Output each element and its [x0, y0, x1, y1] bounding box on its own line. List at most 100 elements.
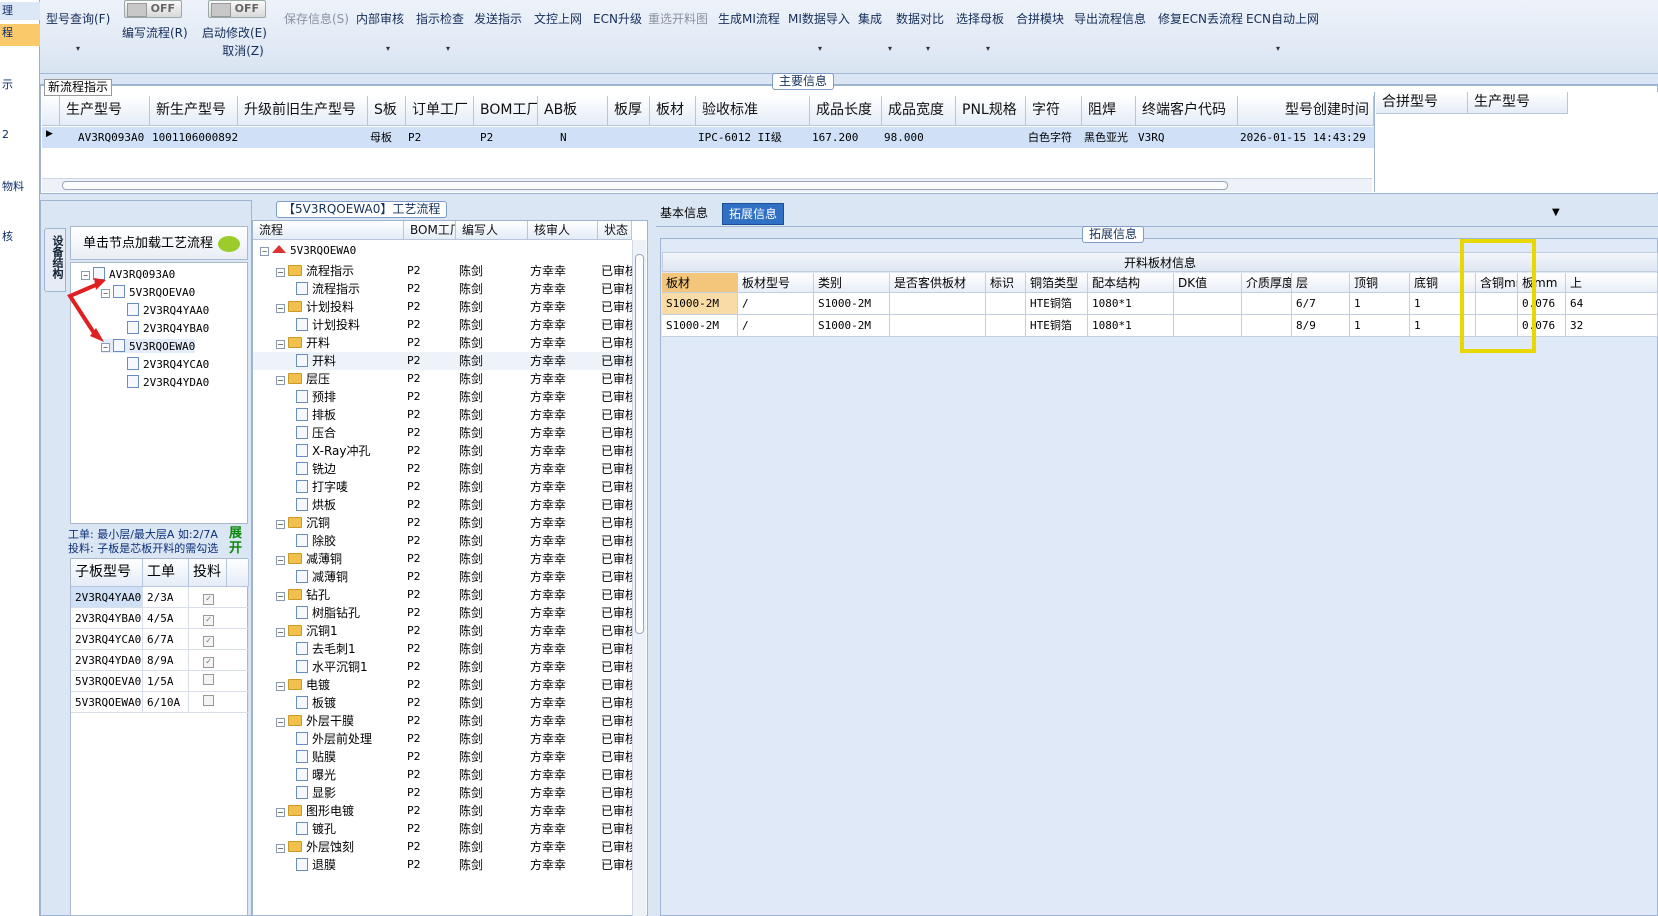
material-cell[interactable]: 6/7	[1292, 293, 1350, 315]
chevron-down-icon[interactable]: ▾	[986, 44, 990, 53]
material-cell[interactable]: /	[738, 315, 814, 337]
expand-toggle-icon[interactable]: −	[276, 520, 285, 529]
expand-toggle-icon[interactable]: −	[276, 718, 285, 727]
process-step[interactable]: − 沉铜	[276, 514, 404, 532]
material-cell[interactable]: S1000-2M	[662, 293, 738, 315]
sub-board-model[interactable]: 5V3RQOEVA0	[71, 671, 143, 692]
material-cell[interactable]: S1000-2M	[662, 315, 738, 337]
ribbon-button[interactable]: ECN自动上网	[1246, 10, 1319, 36]
process-step[interactable]: − 钻孔	[276, 586, 404, 604]
process-step[interactable]: 树脂钻孔	[296, 604, 404, 622]
ribbon-button[interactable]: MI数据导入	[788, 10, 850, 36]
process-scrollbar[interactable]	[632, 240, 646, 916]
material-cell[interactable]: 64	[1566, 293, 1658, 315]
expand-toggle-icon[interactable]: −	[276, 592, 285, 601]
feed-checkbox[interactable]: ✓	[203, 594, 214, 605]
process-header[interactable]: 核审人	[528, 221, 598, 240]
ribbon-button[interactable]: 导出流程信息	[1074, 10, 1146, 36]
left-nav-item[interactable]: 程	[0, 24, 40, 46]
material-cell[interactable]: 1	[1350, 293, 1410, 315]
ribbon-button[interactable]: 指示检查	[416, 10, 464, 36]
process-step[interactable]: − 图形电镀	[276, 802, 404, 820]
material-header[interactable]: DK值	[1174, 273, 1242, 293]
material-cell[interactable]: 1080*1	[1088, 293, 1174, 315]
material-header[interactable]: 顶铜	[1350, 273, 1410, 293]
expand-toggle-icon[interactable]: −	[276, 682, 285, 691]
tree-node[interactable]: 2V3RQ4YCA0	[127, 357, 209, 371]
chevron-down-icon[interactable]: ▼	[1552, 207, 1560, 218]
sub-board-model[interactable]: 2V3RQ4YBA0	[71, 608, 143, 629]
sub-board-model[interactable]: 2V3RQ4YCA0	[71, 629, 143, 650]
expand-toggle-icon[interactable]: −	[276, 268, 285, 277]
material-cell[interactable]: 32	[1566, 315, 1658, 337]
process-step[interactable]: 镀孔	[296, 820, 404, 838]
process-step[interactable]: X-Ray冲孔	[296, 442, 404, 460]
material-header[interactable]: 类别	[814, 273, 890, 293]
main-info-header[interactable]: 成品长度	[810, 96, 882, 126]
expand-toggle-icon[interactable]: −	[276, 808, 285, 817]
material-cell[interactable]: 1080*1	[1088, 315, 1174, 337]
material-cell[interactable]: HTE铜箔	[1026, 293, 1088, 315]
expand-toggle-icon[interactable]: −	[276, 556, 285, 565]
main-info-header[interactable]: 新生产型号	[150, 96, 238, 126]
chevron-down-icon[interactable]: ▾	[926, 44, 930, 53]
material-header[interactable]: 标识	[986, 273, 1026, 293]
sub-board-order[interactable]: 6/10A	[143, 692, 189, 713]
main-info-header[interactable]: 升级前旧生产型号	[238, 96, 368, 126]
process-header[interactable]: 编写人	[456, 221, 528, 240]
sub-board-feed-cell[interactable]: ✓	[189, 587, 249, 608]
ribbon-button[interactable]: 数据对比	[896, 10, 944, 36]
sub-board-feed-cell[interactable]: ✓	[189, 650, 249, 671]
material-cell[interactable]: S1000-2M	[814, 315, 890, 337]
process-step[interactable]: − 沉铜1	[276, 622, 404, 640]
material-cell[interactable]	[1174, 315, 1242, 337]
process-root-node[interactable]: − 5V3RQOEWA0	[260, 244, 356, 257]
tab-extended-info[interactable]: 拓展信息	[722, 203, 784, 225]
sub-board-order[interactable]: 4/5A	[143, 608, 189, 629]
process-step[interactable]: − 外层干膜	[276, 712, 404, 730]
sub-board-order[interactable]: 1/5A	[143, 671, 189, 692]
left-nav-item[interactable]: 物料	[0, 178, 40, 198]
ribbon-button[interactable]: 集成	[858, 10, 882, 36]
sub-board-order[interactable]: 2/3A	[143, 587, 189, 608]
main-info-header[interactable]: 验收标准	[696, 96, 810, 126]
ribbon-button[interactable]: 型号查询(F)	[46, 10, 110, 36]
material-cell[interactable]: S1000-2M	[814, 293, 890, 315]
process-header[interactable]: BOM工厂	[404, 221, 456, 240]
process-step[interactable]: 排板	[296, 406, 404, 424]
sub-board-model[interactable]: 5V3RQOEWA0	[71, 692, 143, 713]
expand-toggle-icon[interactable]: −	[260, 247, 269, 256]
chevron-down-icon[interactable]: ▾	[1276, 44, 1280, 53]
expand-toggle-icon[interactable]: −	[276, 844, 285, 853]
expand-toggle-icon[interactable]: −	[276, 304, 285, 313]
chevron-down-icon[interactable]: ▾	[818, 44, 822, 53]
main-info-header[interactable]: BOM工厂	[474, 96, 538, 126]
ribbon-button[interactable]: 合拼模块	[1016, 10, 1064, 36]
main-info-header[interactable]: AB板	[538, 96, 608, 126]
material-header[interactable]: 铜箔类型	[1026, 273, 1088, 293]
chevron-down-icon[interactable]: ▾	[888, 44, 892, 53]
left-nav-item[interactable]: 核	[0, 228, 40, 248]
chevron-down-icon[interactable]: ▾	[446, 44, 450, 53]
main-info-header[interactable]: 型号创建时间	[1238, 96, 1374, 126]
process-step[interactable]: − 计划投料	[276, 298, 404, 316]
material-cell[interactable]	[1242, 293, 1292, 315]
process-step[interactable]: 显影	[296, 784, 404, 802]
feed-checkbox[interactable]: ✓	[203, 657, 214, 668]
sub-board-feed-cell[interactable]	[189, 671, 249, 692]
sub-board-header[interactable]: 工单	[143, 559, 189, 587]
material-header[interactable]: 介质厚度	[1242, 273, 1292, 293]
main-info-header[interactable]: 订单工厂	[406, 96, 474, 126]
material-header[interactable]: 板材型号	[738, 273, 814, 293]
ribbon-button[interactable]: 保存信息(S)	[284, 10, 349, 36]
process-step[interactable]: 曝光	[296, 766, 404, 784]
main-info-header[interactable]: 字符	[1026, 96, 1082, 126]
process-step[interactable]: 预排	[296, 388, 404, 406]
material-cell[interactable]: /	[738, 293, 814, 315]
main-info-header[interactable]: S板	[368, 96, 406, 126]
material-header[interactable]: 上	[1566, 273, 1658, 293]
process-step[interactable]: − 层压	[276, 370, 404, 388]
process-step[interactable]: − 电镀	[276, 676, 404, 694]
process-header[interactable]: 流程	[253, 221, 404, 240]
material-cell[interactable]	[1242, 315, 1292, 337]
